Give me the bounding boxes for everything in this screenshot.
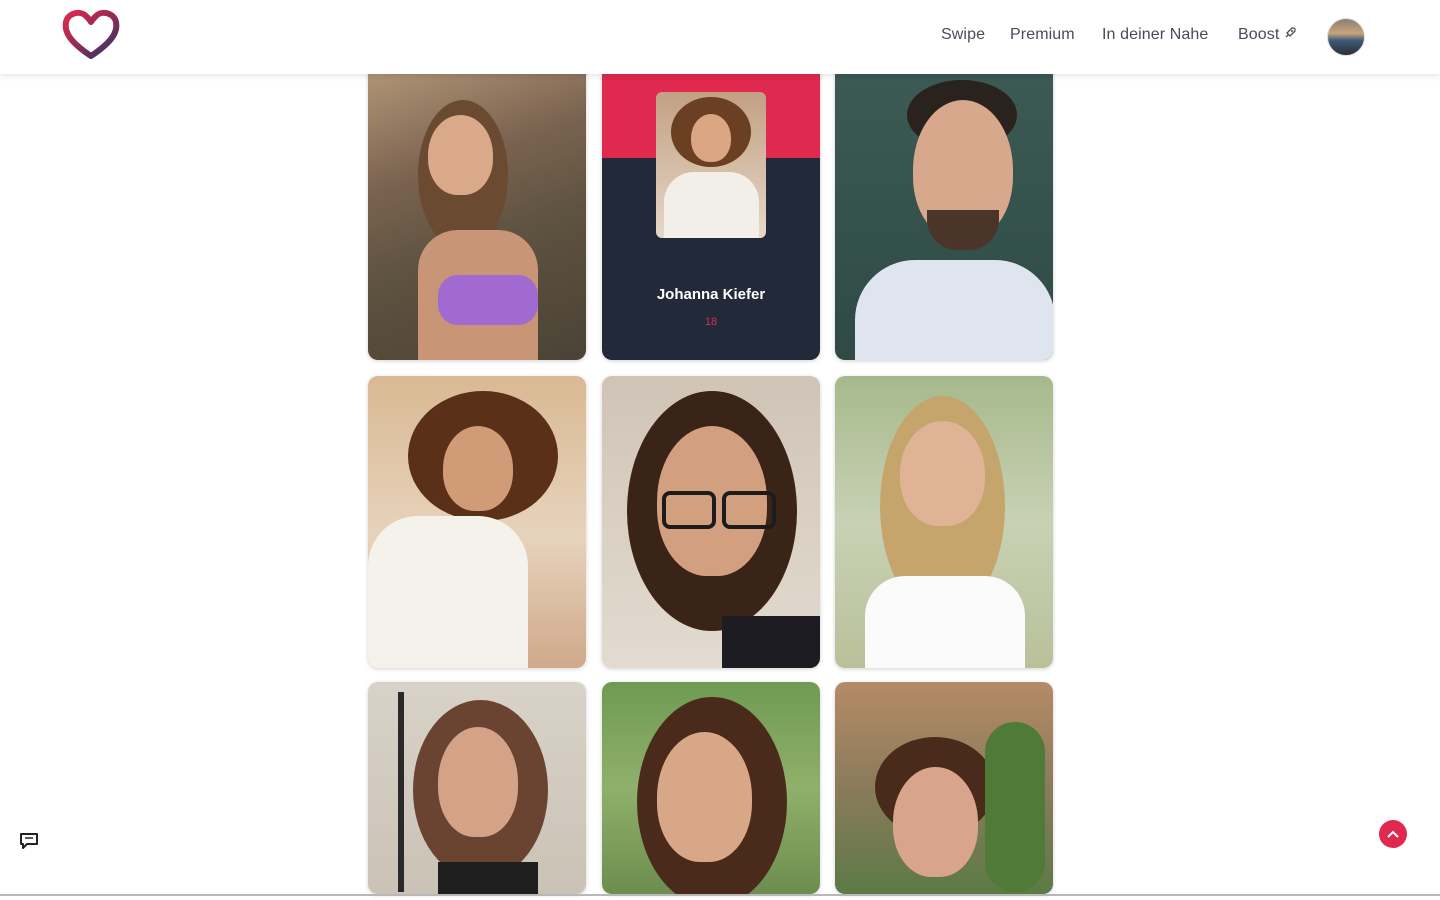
profile-age: 18	[704, 316, 718, 328]
profile-card-photo[interactable]	[835, 682, 1053, 894]
profile-name: Johanna Kiefer	[656, 286, 766, 303]
profile-card-featured[interactable]: Johanna Kiefer 18	[602, 60, 820, 360]
rocket-icon	[1285, 27, 1297, 38]
profile-card-photo[interactable]	[602, 376, 820, 668]
scroll-top-button[interactable]	[1379, 820, 1407, 848]
profile-thumbnail	[656, 92, 766, 238]
chevron-up-icon	[1387, 830, 1399, 838]
profile-photo	[368, 60, 586, 360]
profile-photo	[835, 376, 1053, 668]
profile-card-photo[interactable]	[835, 376, 1053, 668]
profile-card-photo[interactable]	[602, 682, 820, 894]
top-navbar: Swipe Premium In deiner Nahe Boost	[0, 0, 1440, 74]
profile-photo	[368, 682, 586, 894]
main-nav: Swipe Premium In deiner Nahe Boost	[0, 0, 1440, 74]
profile-card-photo[interactable]	[368, 376, 586, 668]
profile-grid: Johanna Kiefer 18	[368, 60, 1054, 894]
profile-card-photo[interactable]	[835, 60, 1053, 360]
nav-boost-label: Boost	[1238, 26, 1280, 43]
profile-photo	[835, 682, 1053, 894]
nav-boost-link[interactable]: Boost	[1238, 26, 1297, 44]
profile-card-photo[interactable]	[368, 60, 586, 360]
profile-photo	[835, 60, 1053, 360]
user-avatar[interactable]	[1327, 18, 1365, 56]
profile-photo	[602, 376, 820, 668]
nav-premium-link[interactable]: Premium	[1010, 26, 1075, 44]
profile-card-photo[interactable]	[368, 682, 586, 894]
window-bottom-border	[0, 894, 1440, 896]
nav-nearby-link[interactable]: In deiner Nahe	[1102, 26, 1208, 44]
nav-swipe-link[interactable]: Swipe	[941, 26, 985, 44]
profile-photo	[368, 376, 586, 668]
profile-photo	[602, 682, 820, 894]
chat-icon[interactable]	[18, 830, 42, 852]
